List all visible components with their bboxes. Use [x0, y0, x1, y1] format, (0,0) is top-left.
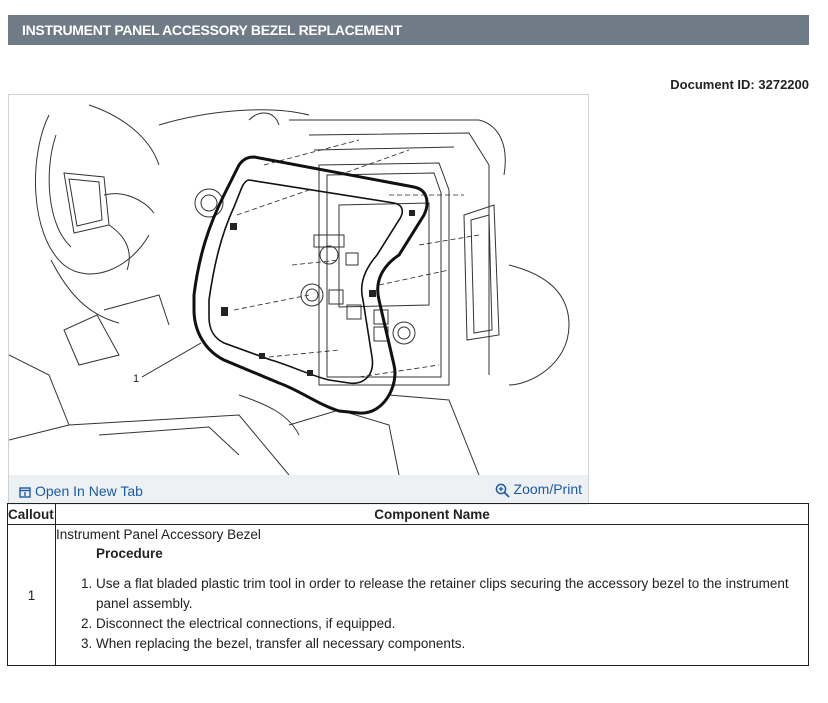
table-row: 1 Instrument Panel Accessory Bezel Proce…: [7, 524, 809, 666]
component-name: Instrument Panel Accessory Bezel: [56, 527, 261, 542]
procedure-step: When replacing the bezel, transfer all n…: [96, 634, 808, 654]
callout-cell: 1: [7, 524, 56, 666]
illustration-toolbar: Open In New Tab Zoom/Print: [9, 475, 588, 505]
magnifier-plus-icon: [495, 483, 510, 498]
component-cell: Instrument Panel Accessory Bezel Procedu…: [55, 524, 809, 666]
bezel-illustration: 1: [9, 104, 570, 475]
procedure-steps: Use a flat bladed plastic trim tool in o…: [56, 574, 808, 654]
procedure-step: Use a flat bladed plastic trim tool in o…: [96, 574, 808, 614]
procedure-step: Disconnect the electrical connections, i…: [96, 614, 808, 634]
document-id: Document ID: 3272200: [670, 77, 809, 92]
illustration-callout-number: 1: [133, 373, 139, 385]
zoom-print-label: Zoom/Print: [513, 481, 582, 497]
open-in-new-tab-label: Open In New Tab: [35, 483, 143, 499]
table-header-row: Callout Component Name: [7, 503, 809, 525]
component-table: Callout Component Name 1 Instrument Pane…: [7, 503, 809, 666]
component-column-header: Component Name: [55, 503, 809, 525]
page-title: INSTRUMENT PANEL ACCESSORY BEZEL REPLACE…: [22, 22, 402, 38]
illustration-panel: 1 Open In New Tab Zoom/Print: [8, 94, 589, 505]
procedure-heading: Procedure: [96, 546, 163, 561]
open-in-new-tab-link[interactable]: Open In New Tab: [19, 483, 143, 499]
zoom-print-link[interactable]: Zoom/Print: [495, 481, 582, 498]
callout-column-header: Callout: [7, 503, 56, 525]
external-tab-icon: [19, 487, 31, 498]
page-title-bar: INSTRUMENT PANEL ACCESSORY BEZEL REPLACE…: [8, 15, 809, 45]
